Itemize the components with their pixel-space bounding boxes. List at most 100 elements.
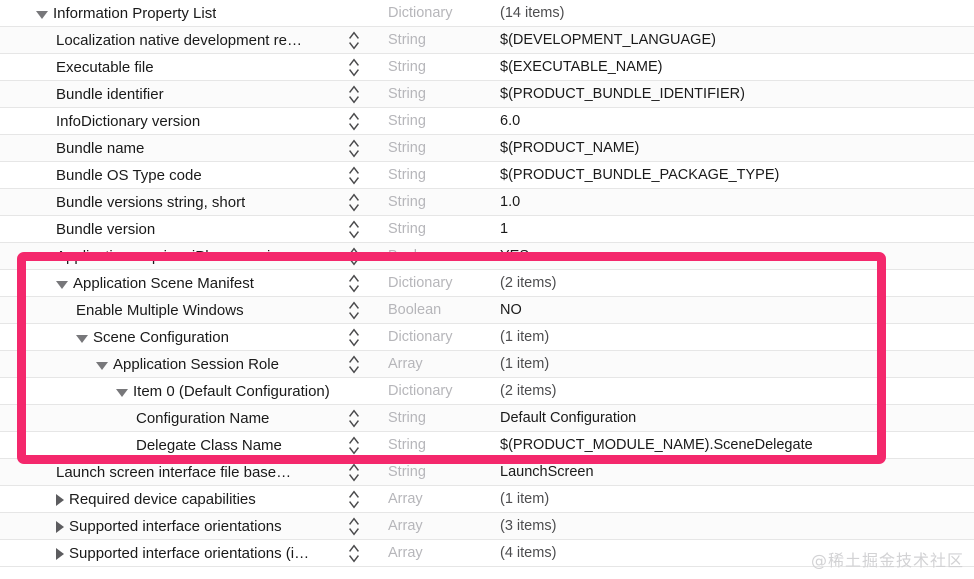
- plist-key-cell[interactable]: Scene Configuration: [76, 324, 229, 351]
- plist-key-cell[interactable]: Required device capabilities: [56, 486, 256, 513]
- plist-key-cell[interactable]: Bundle identifier: [56, 81, 164, 108]
- plist-key-cell[interactable]: Bundle versions string, short: [56, 189, 245, 216]
- plist-value-cell[interactable]: $(PRODUCT_BUNDLE_IDENTIFIER): [500, 81, 745, 108]
- plist-key-cell[interactable]: Executable file: [56, 54, 154, 81]
- stepper-chevrons-icon[interactable]: [346, 515, 362, 538]
- plist-value-cell[interactable]: $(PRODUCT_NAME): [500, 135, 639, 162]
- plist-key-cell[interactable]: Bundle version: [56, 216, 155, 243]
- plist-type-cell[interactable]: Dictionary: [388, 0, 452, 27]
- plist-value-cell[interactable]: 1.0: [500, 189, 520, 216]
- plist-value-cell[interactable]: $(DEVELOPMENT_LANGUAGE): [500, 27, 716, 54]
- disclosure-triangle-open-icon[interactable]: [96, 361, 108, 370]
- disclosure-triangle-open-icon[interactable]: [56, 280, 68, 289]
- plist-type-cell[interactable]: String: [388, 81, 426, 108]
- disclosure-triangle-closed-icon[interactable]: [56, 493, 64, 506]
- plist-type-cell[interactable]: String: [388, 459, 426, 486]
- plist-key-cell[interactable]: Delegate Class Name: [136, 432, 282, 459]
- plist-type-cell[interactable]: String: [388, 432, 426, 459]
- plist-key-cell[interactable]: Supported interface orientations (i…: [56, 540, 309, 567]
- plist-row[interactable]: Enable Multiple Windows Boolean NO: [0, 297, 974, 324]
- plist-value-cell[interactable]: NO: [500, 297, 522, 324]
- stepper-chevrons-icon[interactable]: [346, 326, 362, 349]
- plist-type-cell[interactable]: Array: [388, 351, 423, 378]
- plist-key-cell[interactable]: Supported interface orientations: [56, 513, 282, 540]
- stepper-chevrons-icon[interactable]: [346, 488, 362, 511]
- plist-type-cell[interactable]: String: [388, 135, 426, 162]
- plist-type-cell[interactable]: Boolean: [388, 297, 441, 324]
- plist-row[interactable]: Application Session Role Array (1 item): [0, 351, 974, 378]
- plist-row[interactable]: Executable file String $(EXECUTABLE_NAME): [0, 54, 974, 81]
- plist-key-cell[interactable]: Information Property List: [36, 0, 216, 27]
- plist-value-cell[interactable]: (4 items): [500, 540, 556, 567]
- disclosure-triangle-open-icon[interactable]: [116, 388, 128, 397]
- plist-row[interactable]: Information Property List Dictionary (14 i…: [0, 0, 974, 27]
- stepper-chevrons-icon[interactable]: [346, 110, 362, 133]
- plist-row[interactable]: Supported interface orientations Array (3 …: [0, 513, 974, 540]
- stepper-chevrons-icon[interactable]: [346, 245, 362, 268]
- stepper-chevrons-icon[interactable]: [346, 407, 362, 430]
- plist-type-cell[interactable]: String: [388, 162, 426, 189]
- plist-type-cell[interactable]: Boolean: [388, 243, 441, 270]
- plist-row[interactable]: Bundle version String 1: [0, 216, 974, 243]
- disclosure-triangle-open-icon[interactable]: [76, 334, 88, 343]
- plist-row[interactable]: Bundle name String $(PRODUCT_NAME): [0, 135, 974, 162]
- plist-row[interactable]: Bundle OS Type code String $(PRODUCT_BUNDL…: [0, 162, 974, 189]
- plist-row[interactable]: Launch screen interface file base… String…: [0, 459, 974, 486]
- plist-type-cell[interactable]: Array: [388, 540, 423, 567]
- plist-row[interactable]: Required device capabilities Array (1 item…: [0, 486, 974, 513]
- plist-row[interactable]: Item 0 (Default Configuration) Dictionary…: [0, 378, 974, 405]
- plist-type-cell[interactable]: String: [388, 108, 426, 135]
- plist-row[interactable]: InfoDictionary version String 6.0: [0, 108, 974, 135]
- plist-type-cell[interactable]: String: [388, 216, 426, 243]
- plist-value-cell[interactable]: (1 item): [500, 351, 549, 378]
- plist-type-cell[interactable]: Dictionary: [388, 270, 452, 297]
- stepper-chevrons-icon[interactable]: [346, 83, 362, 106]
- plist-row[interactable]: Application Scene Manifest Dictionary (2 i…: [0, 270, 974, 297]
- plist-value-cell[interactable]: Default Configuration: [500, 405, 636, 432]
- plist-key-cell[interactable]: Application requires iPhone envir…: [56, 243, 290, 270]
- plist-type-cell[interactable]: String: [388, 54, 426, 81]
- plist-value-cell[interactable]: (14 items): [500, 0, 564, 27]
- stepper-chevrons-icon[interactable]: [346, 542, 362, 565]
- stepper-chevrons-icon[interactable]: [346, 191, 362, 214]
- plist-type-cell[interactable]: String: [388, 405, 426, 432]
- plist-key-cell[interactable]: Configuration Name: [136, 405, 269, 432]
- plist-value-cell[interactable]: (2 items): [500, 378, 556, 405]
- plist-key-cell[interactable]: InfoDictionary version: [56, 108, 200, 135]
- plist-key-cell[interactable]: Application Session Role: [96, 351, 279, 378]
- stepper-chevrons-icon[interactable]: [346, 272, 362, 295]
- disclosure-triangle-closed-icon[interactable]: [56, 547, 64, 560]
- plist-value-cell[interactable]: (2 items): [500, 270, 556, 297]
- plist-type-cell[interactable]: Dictionary: [388, 378, 452, 405]
- plist-value-cell[interactable]: (3 items): [500, 513, 556, 540]
- stepper-chevrons-icon[interactable]: [346, 164, 362, 187]
- stepper-chevrons-icon[interactable]: [346, 461, 362, 484]
- plist-key-cell[interactable]: Bundle OS Type code: [56, 162, 202, 189]
- plist-row[interactable]: Configuration Name String Default Configur…: [0, 405, 974, 432]
- plist-key-cell[interactable]: Launch screen interface file base…: [56, 459, 291, 486]
- plist-type-cell[interactable]: Array: [388, 486, 423, 513]
- stepper-chevrons-icon[interactable]: [346, 299, 362, 322]
- plist-key-cell[interactable]: Application Scene Manifest: [56, 270, 254, 297]
- stepper-chevrons-icon[interactable]: [346, 434, 362, 457]
- stepper-chevrons-icon[interactable]: [346, 29, 362, 52]
- plist-key-cell[interactable]: Bundle name: [56, 135, 144, 162]
- plist-value-cell[interactable]: YES: [500, 243, 529, 270]
- plist-value-cell[interactable]: $(EXECUTABLE_NAME): [500, 54, 663, 81]
- disclosure-triangle-open-icon[interactable]: [36, 10, 48, 19]
- plist-row[interactable]: Localization native development re… Strin…: [0, 27, 974, 54]
- plist-value-cell[interactable]: LaunchScreen: [500, 459, 594, 486]
- stepper-chevrons-icon[interactable]: [346, 218, 362, 241]
- plist-row[interactable]: Bundle versions string, short String 1.0: [0, 189, 974, 216]
- stepper-chevrons-icon[interactable]: [346, 137, 362, 160]
- disclosure-triangle-closed-icon[interactable]: [56, 520, 64, 533]
- plist-value-cell[interactable]: 1: [500, 216, 508, 243]
- plist-row[interactable]: Scene Configuration Dictionary (1 item): [0, 324, 974, 351]
- stepper-chevrons-icon[interactable]: [346, 353, 362, 376]
- plist-key-cell[interactable]: Item 0 (Default Configuration): [116, 378, 330, 405]
- plist-row[interactable]: Delegate Class Name String $(PRODUCT_MODUL…: [0, 432, 974, 459]
- plist-value-cell[interactable]: (1 item): [500, 324, 549, 351]
- plist-value-cell[interactable]: $(PRODUCT_MODULE_NAME).SceneDelegate: [500, 432, 813, 459]
- plist-type-cell[interactable]: Dictionary: [388, 324, 452, 351]
- plist-value-cell[interactable]: 6.0: [500, 108, 520, 135]
